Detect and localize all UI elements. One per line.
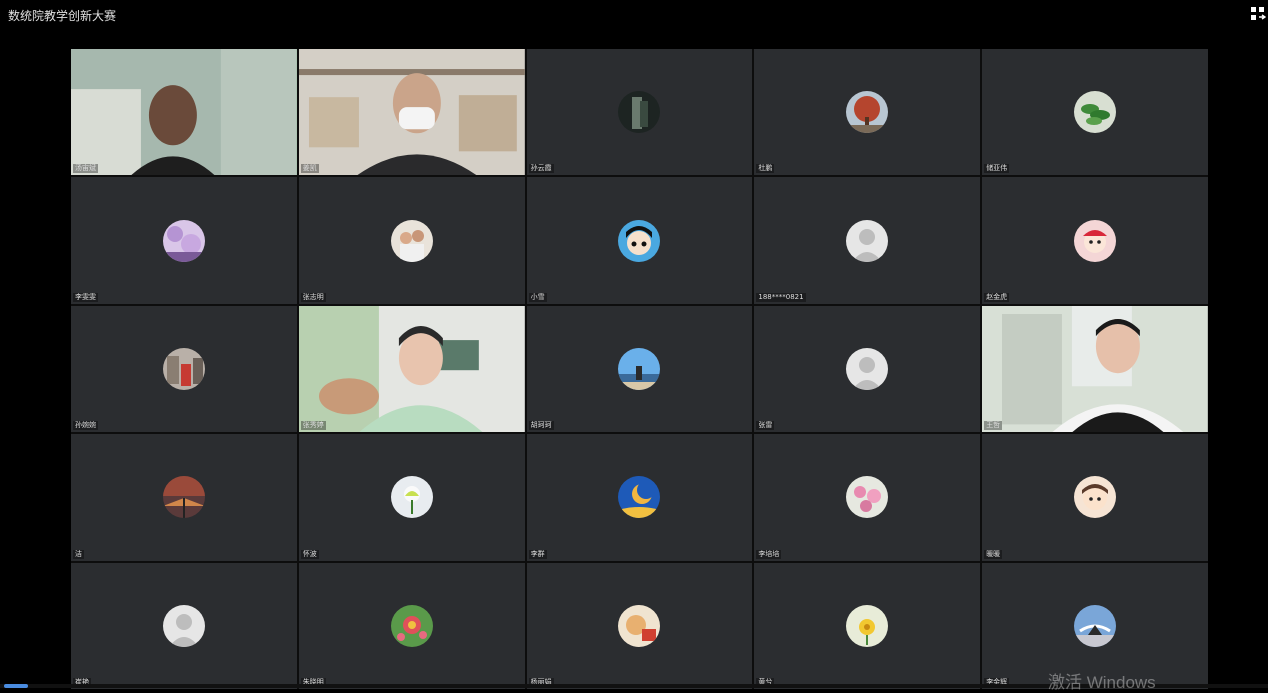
participant-name: 王哲 [984, 421, 1003, 431]
participant-tile[interactable]: 洁 [71, 434, 297, 561]
participant-name: 姜凯 [300, 164, 319, 174]
participant-name: 怀波 [300, 549, 319, 559]
participant-tile[interactable]: 张志明 [298, 177, 525, 304]
participant-video [71, 49, 297, 176]
avatar [162, 604, 205, 647]
participant-tile[interactable]: 李雯雯 [71, 177, 297, 304]
participant-tile[interactable]: 储亚伟 [982, 49, 1208, 176]
participant-name: 张秀婷 [300, 421, 326, 431]
avatar [618, 219, 661, 262]
avatar [618, 91, 661, 134]
participant-name: 孙婉婉 [73, 421, 98, 431]
participant-tile[interactable]: 黄兮 [754, 562, 981, 689]
participant-tile[interactable]: 崔艳 [71, 562, 297, 689]
participant-tile[interactable]: 王哲 [982, 305, 1208, 433]
participant-tile[interactable]: 张雷 [754, 305, 981, 433]
participant-name: 杜鹏 [756, 164, 775, 174]
participant-tile[interactable]: 朱晓明 [298, 562, 525, 689]
avatar [618, 347, 661, 390]
avatar [162, 219, 205, 262]
participant-name: 胡珂珂 [528, 421, 554, 431]
participant-tile[interactable]: 姜凯 [298, 49, 525, 176]
participant-name: 洁 [73, 549, 84, 559]
avatar [390, 476, 433, 519]
participant-name: 小雪 [528, 292, 547, 302]
avatar [390, 219, 433, 262]
participant-tile[interactable]: 汤宙斌 [71, 49, 297, 176]
participant-name: 张志明 [300, 292, 326, 302]
participant-video [298, 305, 525, 433]
avatar [162, 476, 205, 519]
participant-tile[interactable]: 孙云霞 [526, 49, 753, 176]
participant-grid: 汤宙斌 姜凯 孙云霞 杜鹏 储亚伟李雯雯 张志明 小雪 188****0821 赵金虎孙婉婉 张秀… [71, 49, 1208, 689]
participant-name: 张雷 [756, 421, 775, 431]
participant-name: 李培培 [756, 549, 782, 559]
participant-video [298, 49, 525, 176]
avatar [618, 604, 661, 647]
participant-name: 188****0821 [756, 292, 806, 302]
participant-tile[interactable]: 杜鹏 [754, 49, 981, 176]
avatar [1074, 604, 1117, 647]
avatar [846, 91, 889, 134]
avatar [162, 347, 205, 390]
grid-layout-icon[interactable] [1250, 6, 1267, 22]
avatar [846, 476, 889, 519]
participant-tile[interactable]: 188****0821 [754, 177, 981, 304]
participant-tile[interactable]: 暖暖 [982, 434, 1208, 561]
meeting-title: 数统院教学创新大赛 [8, 9, 117, 23]
windows-activation-watermark: 激活 Windows [1048, 673, 1156, 692]
avatar [846, 347, 889, 390]
participant-tile[interactable]: 李培培 [754, 434, 981, 561]
avatar [618, 476, 661, 519]
scrollbar-thumb[interactable] [4, 684, 28, 688]
participant-video [982, 305, 1208, 433]
participant-name: 赵金虎 [984, 292, 1010, 302]
avatar [846, 219, 889, 262]
participant-tile[interactable]: 怀波 [298, 434, 525, 561]
participant-name: 暖暖 [984, 549, 1003, 559]
avatar [1074, 219, 1117, 262]
avatar [846, 604, 889, 647]
avatar [1074, 91, 1117, 134]
avatar [1074, 476, 1117, 519]
participant-tile[interactable]: 李群 [526, 434, 753, 561]
participant-tile[interactable]: 胡珂珂 [526, 305, 753, 433]
participant-tile[interactable]: 孙婉婉 [71, 305, 297, 433]
participant-tile[interactable]: 杨丽娟 [526, 562, 753, 689]
participant-name: 孙云霞 [528, 164, 554, 174]
participant-name: 储亚伟 [984, 164, 1010, 174]
avatar [390, 604, 433, 647]
participant-name: 李雯雯 [73, 292, 98, 302]
participant-name: 汤宙斌 [73, 164, 98, 174]
participant-tile[interactable]: 小雪 [526, 177, 753, 304]
title-bar: 数统院教学创新大赛 [0, 0, 1268, 34]
participant-name: 李群 [528, 549, 547, 559]
participant-tile[interactable]: 赵金虎 [982, 177, 1208, 304]
participant-tile[interactable]: 张秀婷 [298, 305, 525, 433]
